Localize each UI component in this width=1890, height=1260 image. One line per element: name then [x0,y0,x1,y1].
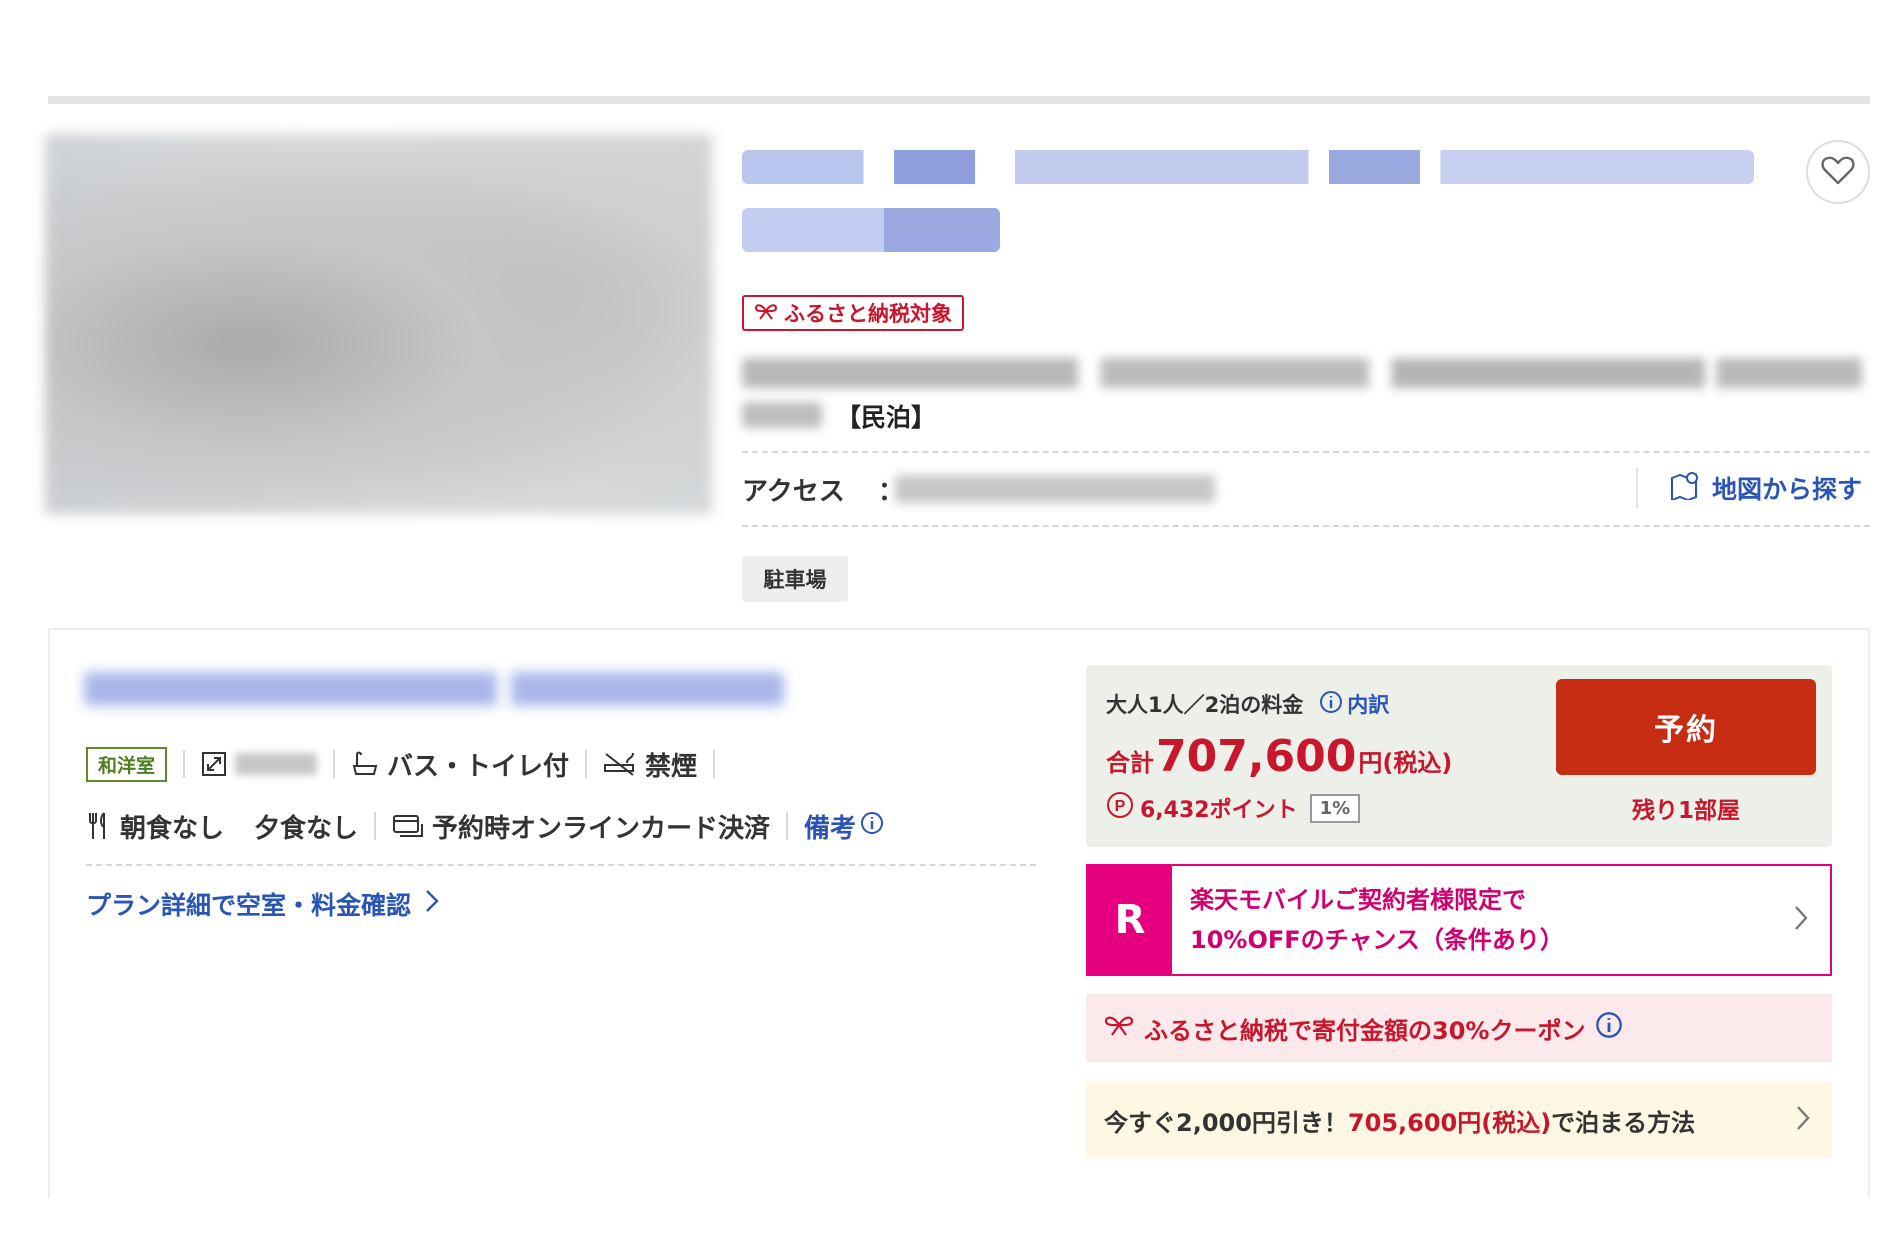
payment-label: 予約時オンラインカード決済 [432,813,771,844]
map-search-link[interactable]: 地図から探す [1670,470,1862,506]
access-value-blurred [895,475,1215,503]
divider [333,750,336,778]
dinner-label: 夕食なし [254,813,359,844]
guests-nights-label: 大人1人／2泊の料金 [1106,693,1304,717]
divider [1636,468,1638,508]
chevron-right-icon [1796,1100,1832,1140]
cutlery-icon [86,811,112,841]
furusato-tax-badge: ふるさと納税対象 [742,295,964,331]
amenity-tag-parking: 駐車場 [742,556,848,602]
divider [742,451,1870,453]
favorite-button[interactable] [1806,140,1870,204]
price-box: 大人1人／2泊の料金 内訳 合計 707,600 円(税込) P 6,432ポイ… [1086,665,1832,847]
furusato-coupon-banner[interactable]: ふるさと納税で寄付金額の30%クーポン [1086,994,1832,1062]
rooms-remaining: 残り1部屋 [1631,798,1740,824]
divider [86,864,1036,866]
card-payment-icon [392,812,424,840]
map-link-label: 地図から探す [1712,475,1863,504]
resize-icon [201,751,227,777]
divider [183,750,186,778]
instant-discount-banner[interactable]: 今すぐ2,000円引き！ 705,600円(税込) で泊まる方法 [1086,1082,1832,1158]
plan-title-blurred[interactable] [84,672,784,706]
access-label: アクセス [742,477,845,507]
mobile-banner-line1: 楽天モバイルご契約者様限定で [1190,886,1526,914]
total-suffix: 円(税込) [1358,749,1453,777]
info-icon [860,811,884,842]
chevron-right-icon [425,889,439,919]
plan-features-row: 和洋室 バス・トイレ付 禁煙 [86,745,731,783]
property-title-blurred-line2[interactable] [742,208,1000,252]
divider [742,525,1870,527]
divider [585,750,588,778]
furusato-badge-label: ふるさと納税対象 [784,302,952,326]
bath-toilet-label: バス・トイレ付 [387,751,570,782]
discount-prefix: 今すぐ2,000円引き！ [1104,1108,1348,1137]
points-row: P 6,432ポイント 1% [1106,791,1361,825]
reserve-button[interactable]: 予約 [1556,679,1816,775]
property-title-blurred[interactable] [742,150,1754,184]
total-amount: 707,600 [1156,731,1357,782]
total-label: 合計 [1106,749,1154,777]
chevron-right-icon [1794,900,1830,940]
point-rate-badge: 1% [1309,793,1361,823]
discount-suffix: で泊まる方法 [1551,1108,1696,1137]
info-icon [1319,690,1343,719]
notes-label: 備考 [804,813,857,844]
gift-ribbon-icon [754,301,778,325]
point-icon: P [1106,791,1134,825]
breakdown-label: 内訳 [1347,693,1390,717]
divider [374,812,377,840]
room-type-badge: 和洋室 [86,746,168,782]
price-breakdown-link[interactable]: 内訳 [1319,689,1389,719]
plan-detail-label: プラン詳細で空室・料金確認 [86,891,412,920]
notes-link[interactable]: 備考 [804,808,884,845]
header-divider [48,96,1870,104]
discount-price: 705,600円(税込) [1347,1108,1552,1137]
points-value: 6,432ポイント [1140,798,1298,823]
divider [786,812,789,840]
svg-text:P: P [1115,798,1126,815]
total-price: 合計 707,600 円(税込) [1106,731,1452,782]
property-description-blurred-tail [742,402,822,428]
map-pin-icon [1670,470,1702,506]
plan-detail-link[interactable]: プラン詳細で空室・料金確認 [86,886,439,922]
plan-meals-row: 朝食なし 夕食なし 予約時オンラインカード決済 備考 [86,806,884,846]
price-header: 大人1人／2泊の料金 内訳 [1106,689,1389,719]
divider [713,750,716,778]
info-icon[interactable] [1595,1011,1623,1045]
property-description-blurred [742,358,1862,388]
heart-icon [1821,155,1855,189]
mobile-banner-text: 楽天モバイルご契約者様限定で 10%OFFのチャンス（条件あり） [1172,880,1794,960]
rakuten-logo: R [1088,866,1172,974]
room-size-blurred [235,753,318,775]
breakfast-label: 朝食なし [120,813,225,844]
no-smoking-icon [603,751,637,777]
property-category: 【民泊】 [836,403,937,432]
bath-icon [351,750,379,778]
smoking-label: 禁煙 [645,751,698,782]
property-photo[interactable] [45,134,712,514]
rakuten-mobile-banner[interactable]: R 楽天モバイルご契約者様限定で 10%OFFのチャンス（条件あり） [1086,864,1832,976]
gift-ribbon-icon [1104,1014,1134,1042]
mobile-banner-line2: 10%OFFのチャンス（条件あり） [1190,926,1564,954]
coupon-label: ふるさと納税で寄付金額の30%クーポン [1144,1016,1586,1045]
